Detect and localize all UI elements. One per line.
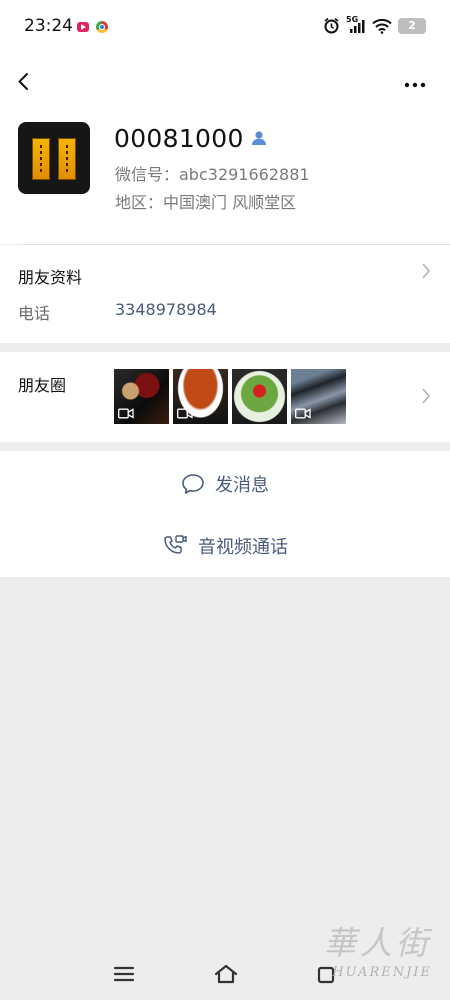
send-message-label: 发消息 xyxy=(215,475,269,496)
send-message-button[interactable]: 发消息 xyxy=(0,459,450,509)
menu-icon[interactable] xyxy=(113,964,135,984)
friend-info-section[interactable]: 朋友资料 电话 3348978984 xyxy=(0,245,450,343)
moments-thumbnail[interactable] xyxy=(291,369,346,424)
watermark-logo: 華人街 xyxy=(323,924,432,962)
more-options-button[interactable] xyxy=(402,64,432,98)
status-bar: 23:24 5G 2 xyxy=(0,0,450,56)
phone-label: 电话 xyxy=(18,304,51,323)
moments-section[interactable]: 朋友圈 xyxy=(0,352,450,442)
video-icon xyxy=(118,408,134,419)
video-app-notification-icon xyxy=(77,22,89,32)
watermark-text: HUARENJIE xyxy=(332,965,432,980)
profile-name-row: 00081000 xyxy=(114,124,268,153)
chat-bubble-icon xyxy=(182,474,204,494)
moments-thumbnail[interactable] xyxy=(232,369,287,424)
friend-info-title: 朋友资料 xyxy=(18,268,83,287)
actions-section: 发消息 音视频通话 xyxy=(0,451,450,577)
moments-thumbnails xyxy=(114,369,346,424)
chevron-right-icon xyxy=(422,263,431,279)
moments-thumbnail[interactable] xyxy=(173,369,228,424)
watermark: 華人街 HUARENJIE xyxy=(302,922,442,992)
region: 地区：中国澳门 风顺堂区 xyxy=(115,193,297,212)
status-indicators: 5G 2 xyxy=(323,15,426,34)
video-icon xyxy=(295,408,311,419)
video-call-label: 音视频通话 xyxy=(198,537,288,558)
wechat-id: 微信号：abc3291662881 xyxy=(115,165,310,184)
more-dots-icon xyxy=(404,82,426,88)
moments-thumbnail[interactable] xyxy=(114,369,169,424)
status-time: 23:24 xyxy=(24,16,73,36)
phone-video-icon xyxy=(164,535,187,554)
browser-notification-icon xyxy=(96,21,108,33)
video-icon xyxy=(177,408,193,419)
wifi-icon xyxy=(372,18,392,34)
cellular-signal-icon: 5G xyxy=(346,15,366,34)
back-button[interactable] xyxy=(12,64,42,98)
phone-number-link[interactable]: 3348978984 xyxy=(115,300,217,319)
profile-name: 00081000 xyxy=(114,124,244,153)
battery-indicator: 2 xyxy=(398,17,426,34)
alarm-icon xyxy=(324,17,339,34)
video-call-button[interactable]: 音视频通话 xyxy=(0,521,450,571)
home-icon[interactable] xyxy=(213,962,239,984)
user-profile-icon xyxy=(250,124,268,153)
nav-bar xyxy=(0,56,450,106)
moments-title: 朋友圈 xyxy=(18,376,67,395)
chevron-right-icon xyxy=(422,388,431,404)
profile-header: 00081000 微信号：abc3291662881 地区：中国澳门 风顺堂区 xyxy=(0,106,450,244)
avatar[interactable] xyxy=(18,122,90,194)
chevron-left-icon xyxy=(18,73,28,90)
